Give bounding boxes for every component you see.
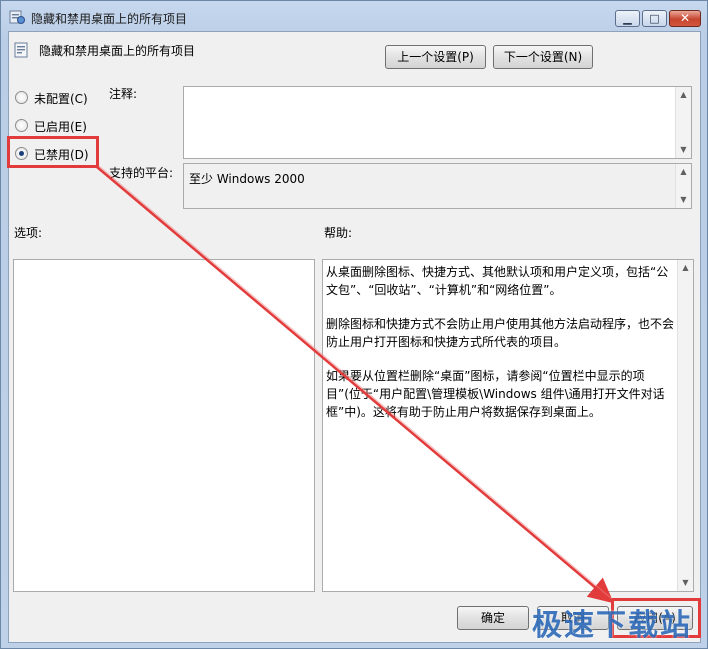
ok-button[interactable]: 确定 (457, 606, 529, 630)
watermark: 极速下载站 (532, 608, 692, 643)
scroll-down-icon[interactable]: ▼ (678, 575, 693, 591)
title-bar[interactable]: 隐藏和禁用桌面上的所有项目 ▁ □ ✕ (1, 1, 707, 33)
options-panel (13, 259, 315, 592)
minimize-button[interactable]: ▁ (615, 10, 640, 27)
help-paragraph: 从桌面删除图标、快捷方式、其他默认项和用户定义项，包括“公文包”、“回收站”、“… (326, 265, 669, 297)
radio-circle[interactable] (15, 91, 28, 104)
scroll-up-icon[interactable]: ▲ (678, 260, 693, 276)
help-text: 从桌面删除图标、快捷方式、其他默认项和用户定义项，包括“公文包”、“回收站”、“… (326, 263, 675, 437)
minimize-icon: ▁ (623, 12, 632, 25)
help-panel: 从桌面删除图标、快捷方式、其他默认项和用户定义项，包括“公文包”、“回收站”、“… (322, 259, 694, 592)
close-button[interactable]: ✕ (669, 10, 701, 27)
dialog-body: 隐藏和禁用桌面上的所有项目 上一个设置(P) 下一个设置(N) 未配置(C) 已… (8, 31, 701, 643)
maximize-icon: □ (649, 12, 660, 25)
policy-setting-icon (14, 42, 28, 58)
comment-scrollbar[interactable]: ▲ ▼ (675, 87, 691, 158)
help-paragraph: 如果要从位置栏删除“桌面”图标，请参阅“位置栏中显示的项目”(位于“用户配置\管… (326, 369, 665, 419)
platform-label: 支持的平台: (109, 166, 174, 180)
close-icon: ✕ (679, 11, 691, 25)
window-title: 隐藏和禁用桌面上的所有项目 (31, 12, 188, 26)
scroll-up-icon[interactable]: ▲ (676, 164, 691, 180)
comment-label: 注释: (109, 87, 138, 101)
maximize-button[interactable]: □ (642, 10, 667, 27)
scroll-down-icon[interactable]: ▼ (676, 142, 691, 158)
help-scrollbar[interactable]: ▲ ▼ (677, 260, 693, 591)
previous-setting-button[interactable]: 上一个设置(P) (385, 45, 486, 69)
dialog-window: 隐藏和禁用桌面上的所有项目 ▁ □ ✕ 隐藏和禁用桌面上的所有项目 上一个设置(… (0, 0, 708, 649)
highlight-disabled-option (7, 136, 99, 168)
radio-label: 未配置(C) (34, 92, 88, 106)
platform-field: 至少 Windows 2000 ▲ ▼ (183, 163, 692, 209)
policy-icon (9, 10, 25, 24)
platform-scrollbar[interactable]: ▲ ▼ (675, 164, 691, 208)
radio-label: 已启用(E) (34, 120, 87, 134)
help-label: 帮助: (324, 226, 353, 240)
scroll-up-icon[interactable]: ▲ (676, 87, 691, 103)
policy-name: 隐藏和禁用桌面上的所有项目 (39, 44, 196, 58)
platform-value: 至少 Windows 2000 (189, 172, 305, 186)
options-label: 选项: (14, 226, 43, 240)
next-setting-button[interactable]: 下一个设置(N) (493, 45, 593, 69)
help-paragraph: 删除图标和快捷方式不会防止用户使用其他方法启动程序，也不会防止用户打开图标和快捷… (326, 317, 675, 349)
comment-textarea[interactable]: ▲ ▼ (183, 86, 692, 159)
radio-circle[interactable] (15, 119, 28, 132)
scroll-down-icon[interactable]: ▼ (676, 192, 691, 208)
